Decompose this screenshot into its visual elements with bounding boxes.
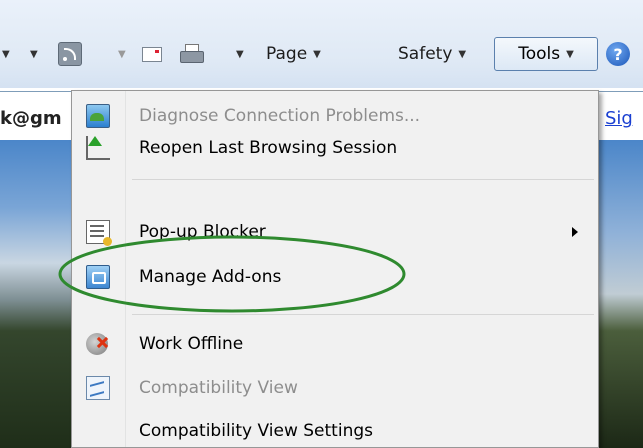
print-button[interactable] [180, 40, 204, 68]
print-icon [180, 44, 204, 64]
home-dropdown-caret[interactable]: ▼ [30, 40, 38, 68]
safety-menu-label: Safety [398, 44, 453, 64]
tools-menu-label: Tools [518, 44, 561, 64]
read-mail-icon [142, 46, 162, 62]
menu-item-compatibility-view-settings[interactable]: Compatibility View Settings [72, 415, 598, 447]
menu-item-label: Diagnose Connection Problems... [139, 106, 421, 126]
safety-menu-button[interactable]: Safety ▼ [398, 40, 466, 68]
menu-item-reopen-session[interactable]: Reopen Last Browsing Session [72, 132, 598, 164]
annotation-ellipse [58, 235, 406, 313]
tools-menu-button[interactable]: Tools ▼ [494, 37, 598, 71]
email-address-fragment: k@gm [0, 108, 62, 129]
menu-item-label: Compatibility View [139, 378, 298, 398]
left-dropdown-caret[interactable]: ▼ [2, 40, 10, 68]
landscape-photo-right [598, 140, 643, 448]
submenu-arrow-icon [572, 227, 578, 237]
page-menu-label: Page [266, 44, 308, 64]
reopen-session-icon [86, 136, 110, 160]
work-offline-icon [86, 333, 108, 355]
diagnose-icon [86, 104, 110, 128]
menu-item-diagnose-connection[interactable]: Diagnose Connection Problems... [72, 100, 598, 132]
page-menu-button[interactable]: Page ▼ [266, 40, 321, 68]
print-dropdown-caret[interactable]: ▼ [236, 40, 244, 68]
menu-item-label: Work Offline [139, 334, 244, 354]
menu-item-compatibility-view[interactable]: Compatibility View [72, 372, 598, 404]
annotation-ellipse-stroke [58, 235, 406, 313]
chevron-down-icon: ▼ [566, 48, 574, 60]
feed-dropdown-caret[interactable]: ▼ [118, 40, 126, 68]
read-mail-button[interactable] [142, 40, 162, 68]
menu-item-work-offline[interactable]: Work Offline [72, 328, 598, 360]
chevron-down-icon: ▼ [458, 48, 467, 60]
feed-button[interactable] [58, 40, 82, 68]
feed-icon [58, 42, 82, 66]
command-bar: ▼ ▼ ▼ ▼ Page ▼ Safety ▼ Tools ▼ ? [0, 0, 643, 88]
menu-separator [132, 179, 594, 180]
menu-item-label: Compatibility View Settings [139, 421, 373, 441]
menu-item-label: Reopen Last Browsing Session [139, 138, 398, 158]
sign-in-link[interactable]: Sig [605, 108, 633, 129]
compatibility-view-icon [86, 376, 110, 400]
help-icon[interactable]: ? [606, 42, 630, 66]
chevron-down-icon: ▼ [313, 48, 321, 60]
